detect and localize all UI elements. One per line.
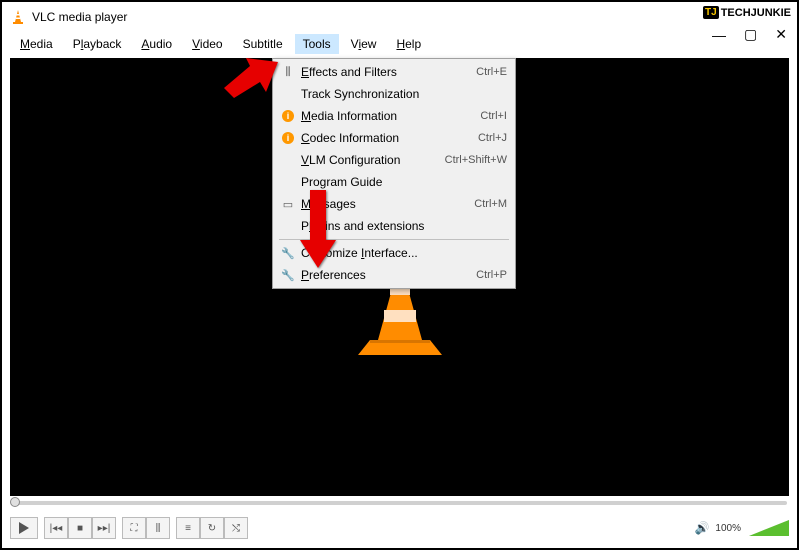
menu-audio[interactable]: Audio: [133, 34, 180, 54]
close-button[interactable]: ✕: [775, 26, 787, 43]
menu-view[interactable]: View: [343, 34, 385, 54]
menu-media[interactable]: Media: [12, 34, 61, 54]
seek-thumb[interactable]: [10, 497, 20, 507]
menu-help[interactable]: Help: [388, 34, 429, 54]
menu-item-vlm-configuration[interactable]: VLM ConfigurationCtrl+Shift+W: [273, 149, 515, 171]
volume-label: 100%: [715, 523, 741, 534]
title-bar: VLC media player: [2, 2, 797, 32]
extended-settings-button[interactable]: ⫼: [146, 517, 170, 539]
prev-button[interactable]: |◂◂: [44, 517, 68, 539]
menu-item-track-synchronization[interactable]: Track Synchronization: [273, 83, 515, 105]
playback-controls: |◂◂ ■ ▸▸| ⛶ ⫼ ≡ ↻ ⤭ 🔊 100%: [10, 514, 789, 542]
vlc-cone-icon: [10, 9, 26, 25]
watermark-text: TECHJUNKIE: [721, 7, 791, 19]
menu-item-media-information[interactable]: iMedia InformationCtrl+I: [273, 105, 515, 127]
info-icon: i: [279, 110, 297, 122]
menu-item-effects-and-filters[interactable]: ⫼Effects and FiltersCtrl+E: [273, 61, 515, 83]
speaker-icon[interactable]: 🔊: [694, 521, 709, 535]
menu-item-codec-information[interactable]: iCodec InformationCtrl+J: [273, 127, 515, 149]
shuffle-button[interactable]: ⤭: [224, 517, 248, 539]
annotation-arrow-preferences: [298, 190, 338, 270]
play-button[interactable]: [10, 517, 38, 539]
wrench-icon: 🔧: [279, 269, 297, 282]
volume-slider[interactable]: [749, 520, 789, 536]
window-title: VLC media player: [32, 10, 789, 24]
menu-tools[interactable]: Tools: [295, 34, 339, 54]
annotation-arrow-tools: [220, 54, 280, 98]
seek-bar[interactable]: [12, 498, 787, 508]
watermark: TJ TECHJUNKIE: [703, 6, 791, 19]
maximize-button[interactable]: ▢: [744, 26, 757, 43]
menu-video[interactable]: Video: [184, 34, 230, 54]
playlist-button[interactable]: ≡: [176, 517, 200, 539]
info-icon: i: [279, 132, 297, 144]
watermark-badge: TJ: [703, 6, 719, 19]
sliders-icon: ⫼: [279, 66, 297, 79]
msg-icon: ▭: [279, 198, 297, 211]
menu-bar: MediaPlaybackAudioVideoSubtitleToolsView…: [2, 32, 797, 56]
next-button[interactable]: ▸▸|: [92, 517, 116, 539]
menu-playback[interactable]: Playback: [65, 34, 130, 54]
loop-button[interactable]: ↻: [200, 517, 224, 539]
minimize-button[interactable]: —: [712, 27, 726, 43]
wrench-icon: 🔧: [279, 247, 297, 260]
stop-button[interactable]: ■: [68, 517, 92, 539]
menu-subtitle[interactable]: Subtitle: [235, 34, 291, 54]
window-controls: — ▢ ✕: [712, 26, 787, 43]
fullscreen-button[interactable]: ⛶: [122, 517, 146, 539]
